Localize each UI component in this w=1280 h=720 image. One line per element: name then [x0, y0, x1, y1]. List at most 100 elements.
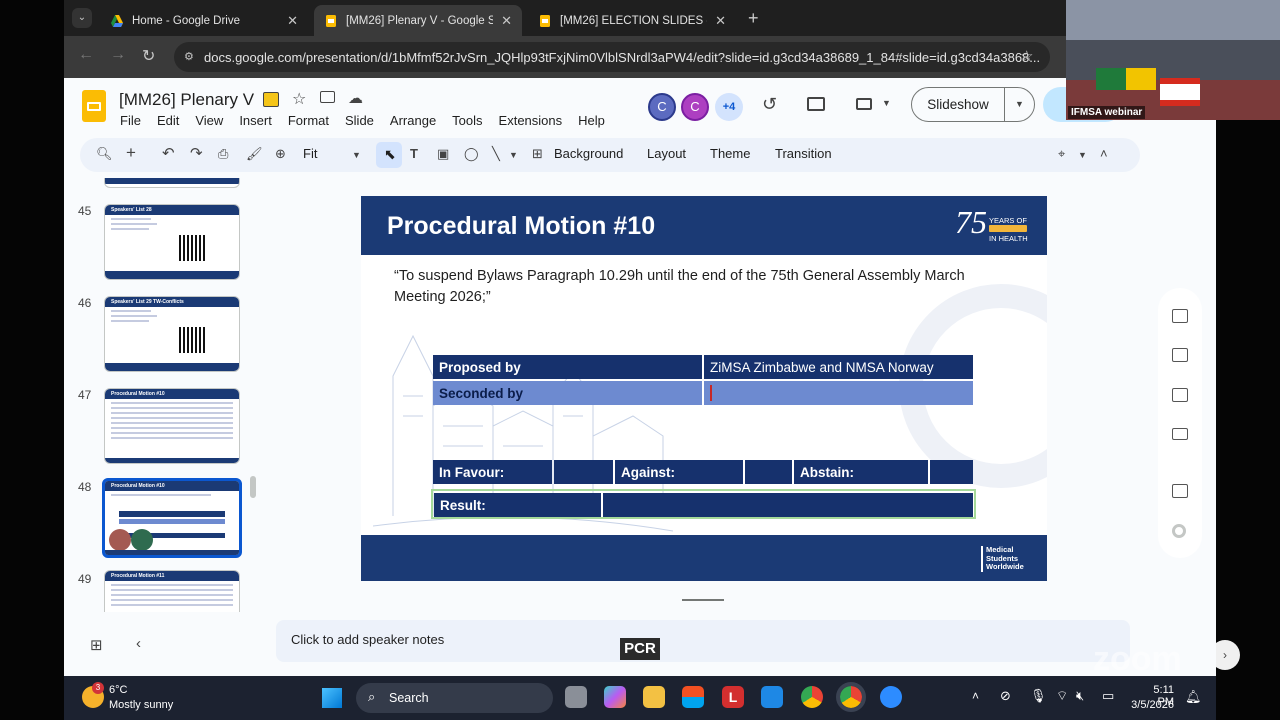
menu-slide[interactable]: Slide [345, 113, 374, 128]
chrome-icon[interactable] [801, 686, 823, 708]
tab-plenary-v[interactable]: [MM26] Plenary V - Google Slid ✕ [314, 5, 522, 36]
more-collaborators-badge[interactable]: +4 [715, 93, 743, 121]
taskbar-search-box[interactable]: ⌕ Search [356, 683, 553, 713]
paint-format-icon[interactable]: 🖌︎ [246, 146, 263, 162]
redo-icon[interactable]: ↷ [190, 144, 203, 162]
line-dropdown-icon[interactable]: ▼ [509, 150, 518, 160]
show-hidden-icons-icon[interactable]: ˄ [972, 689, 979, 703]
slideshow-button[interactable]: Slideshow [912, 88, 1004, 121]
tasks-icon[interactable] [1172, 388, 1188, 402]
reload-icon[interactable]: ↻ [142, 46, 155, 66]
slide-canvas[interactable]: Procedural Motion #10 75 YEARS OF IN HEA… [361, 196, 1047, 581]
layout-button[interactable]: Layout [647, 146, 686, 161]
collaborator-avatar[interactable]: C [681, 93, 709, 121]
slideshow-dropdown-icon[interactable]: ▼ [1015, 99, 1024, 109]
transition-button[interactable]: Transition [775, 146, 832, 161]
move-to-folder-badge-icon[interactable] [263, 92, 279, 107]
zoom-app-icon[interactable] [880, 686, 902, 708]
text-box-icon[interactable]: T [410, 146, 418, 161]
weather-temperature[interactable]: 6°C [109, 684, 127, 696]
pointer-dropdown-icon[interactable]: ▼ [1078, 150, 1087, 160]
slide-thumbnail-49[interactable]: Procedural Motion #11 [104, 570, 240, 612]
task-view-icon[interactable] [565, 686, 587, 708]
menu-file[interactable]: File [120, 113, 141, 128]
star-icon[interactable]: ☆ [292, 89, 306, 109]
line-icon[interactable]: ╲ [492, 146, 500, 162]
pointer-mode-icon[interactable]: ⌖ [1058, 146, 1065, 162]
add-on-icon[interactable] [1172, 524, 1186, 538]
hide-menus-icon[interactable]: ˄ [1100, 146, 1108, 161]
filmstrip-scrollbar[interactable] [250, 476, 256, 498]
close-tab-icon[interactable]: ✕ [501, 13, 512, 29]
collapse-filmstrip-icon[interactable]: ‹ [136, 635, 141, 652]
select-tool-icon[interactable]: ⬉ [376, 142, 402, 168]
collaborator-avatar[interactable]: C [648, 93, 676, 121]
menu-insert[interactable]: Insert [239, 113, 272, 128]
present-to-side-icon[interactable] [1172, 484, 1188, 498]
background-button[interactable]: Background [554, 146, 623, 161]
menu-extensions[interactable]: Extensions [499, 113, 563, 128]
result-value[interactable] [603, 493, 973, 517]
new-tab-icon[interactable]: + [748, 8, 759, 29]
new-slide-icon[interactable]: + [126, 143, 136, 163]
back-icon[interactable]: ← [78, 46, 94, 64]
comment-add-icon[interactable]: ⊞ [532, 146, 543, 162]
print-icon[interactable]: ⎙ [218, 146, 228, 162]
notifications-icon[interactable]: 🔔︎ [1185, 689, 1202, 705]
network-icon[interactable]: ⊘ [1000, 688, 1011, 704]
search-menus-icon[interactable]: 🔍︎ [96, 146, 113, 162]
chrome-active-icon[interactable] [836, 682, 866, 712]
bookmark-star-icon[interactable]: ☆ [1020, 47, 1033, 65]
microphone-icon[interactable]: 🎙︎ [1030, 688, 1047, 704]
forward-icon[interactable]: → [110, 46, 126, 64]
document-title[interactable]: [MM26] Plenary V [119, 90, 254, 110]
theme-button[interactable]: Theme [710, 146, 750, 161]
copilot-icon[interactable] [604, 686, 626, 708]
slide-thumbnail-48-selected[interactable]: Procedural Motion #10 [102, 478, 242, 558]
speaker-notes[interactable]: Click to add speaker notes [276, 620, 1130, 662]
slides-logo-icon[interactable] [82, 90, 106, 122]
slide-thumbnail[interactable] [104, 178, 240, 188]
proposed-value[interactable]: ZiMSA Zimbabwe and NMSA Norway [704, 355, 973, 379]
url-field[interactable]: ⚙ docs.google.com/presentation/d/1bMfmf5… [174, 42, 1050, 72]
meet-icon[interactable] [856, 98, 872, 110]
wifi-icon[interactable]: ⌔ [1056, 688, 1068, 704]
menu-edit[interactable]: Edit [157, 113, 179, 128]
against-count[interactable] [745, 460, 792, 484]
close-tab-icon[interactable]: ✕ [715, 13, 726, 29]
menu-arrange[interactable]: Arrange [390, 113, 436, 128]
weather-description[interactable]: Mostly sunny [109, 699, 173, 711]
notes-resize-handle[interactable] [682, 599, 724, 601]
file-explorer-icon[interactable] [643, 686, 665, 708]
battery-icon[interactable]: ▭ [1102, 688, 1114, 704]
shape-icon[interactable]: ◯ [464, 146, 479, 162]
volume-icon[interactable]: 🔇︎ [1076, 688, 1084, 704]
move-icon[interactable] [320, 91, 335, 103]
edit-app-icon[interactable] [761, 686, 783, 708]
undo-icon[interactable]: ↶ [162, 144, 175, 162]
tab-search-icon[interactable]: ⌄ [72, 8, 92, 28]
close-tab-icon[interactable]: ✕ [287, 13, 298, 29]
windows-start-icon[interactable] [322, 688, 342, 708]
meet-dropdown-icon[interactable]: ▼ [882, 98, 891, 108]
menu-view[interactable]: View [195, 113, 223, 128]
zoom-icon[interactable]: ⊕ [275, 146, 286, 162]
in-favour-count[interactable] [554, 460, 613, 484]
slide-title[interactable]: Procedural Motion #10 [387, 212, 655, 241]
zoom-dropdown-icon[interactable]: ▼ [352, 150, 361, 160]
menu-format[interactable]: Format [288, 113, 329, 128]
slide-thumbnail-47[interactable]: Procedural Motion #10 [104, 388, 240, 464]
l-app-icon[interactable]: L [722, 686, 744, 708]
tab-google-drive[interactable]: Home - Google Drive ✕ [100, 5, 308, 36]
calendar-icon[interactable] [1172, 309, 1188, 323]
menu-tools[interactable]: Tools [452, 113, 482, 128]
image-icon[interactable]: ▣ [437, 146, 449, 162]
abstain-count[interactable] [930, 460, 973, 484]
comments-icon[interactable] [807, 97, 825, 111]
folder-icon[interactable] [1172, 428, 1188, 440]
grid-view-icon[interactable]: ⊞ [90, 636, 103, 654]
store-icon[interactable] [682, 686, 704, 708]
zoom-select[interactable]: Fit [303, 146, 317, 161]
version-history-icon[interactable]: ↺ [762, 94, 777, 115]
menu-help[interactable]: Help [578, 113, 605, 128]
